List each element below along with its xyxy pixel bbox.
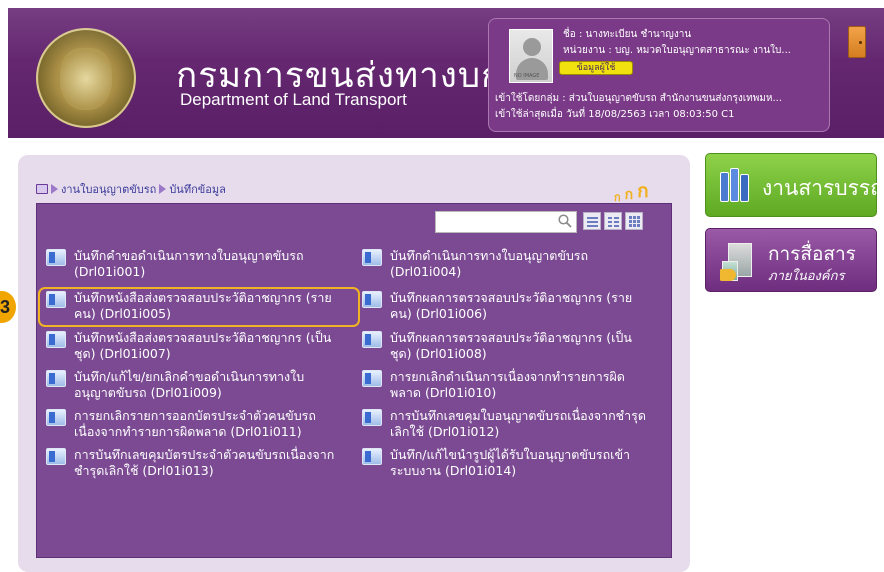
grid-view-icon[interactable] bbox=[625, 212, 643, 230]
detail-view-icon[interactable] bbox=[604, 212, 622, 230]
form-icon bbox=[46, 370, 66, 387]
breadcrumb-separator-icon bbox=[159, 184, 167, 194]
breadcrumb: งานใบอนุญาตขับรถ บันทึกข้อมูล bbox=[36, 181, 226, 197]
menu-item-drl01i014[interactable]: บันทึก/แก้ไขนำรูปผู้ได้รับใบอนุญาตขับรถเ… bbox=[362, 447, 630, 479]
list-view-icon[interactable] bbox=[583, 212, 601, 230]
menu-item-drl01i013[interactable]: การบันทึกเลขคุมบัตรประจำตัวคนขับรถเนื่อง… bbox=[46, 447, 334, 479]
menu-item-drl01i012[interactable]: การบันทึกเลขคุมใบอนุญาตขับรถเนื่องจากชำร… bbox=[362, 408, 646, 440]
form-icon bbox=[46, 448, 66, 465]
user-name: ชื่อ : นางทะเบียน ชำนาญงาน bbox=[563, 29, 692, 40]
form-icon bbox=[46, 331, 66, 348]
breadcrumb-record-data: บันทึกข้อมูล bbox=[169, 183, 226, 196]
last-login: เข้าใช้ล่าสุดเมื่อ วันที่ 18/08/2563 เวล… bbox=[495, 109, 735, 120]
internal-organization-label: ภายในองค์กร bbox=[768, 269, 845, 284]
menu-item-drl01i007[interactable]: บันทึกหนังสือส่งตรวจสอบประวัติอาชญากร (เ… bbox=[46, 330, 331, 362]
menu-item-drl01i011[interactable]: การยกเลิกรายการออกบัตรประจำตัวคนขับรถ เนื… bbox=[46, 408, 316, 440]
search-icon[interactable] bbox=[558, 214, 572, 228]
view-mode-controls bbox=[583, 212, 643, 230]
binders-icon bbox=[720, 166, 756, 202]
department-name-english: Department of Land Transport bbox=[180, 90, 407, 109]
menu-item-drl01i008[interactable]: บันทึกผลการตรวจสอบประวัติอาชญากร (เป็น ชุ… bbox=[362, 330, 632, 362]
form-icon bbox=[362, 331, 382, 348]
user-avatar: NO IMAGE bbox=[509, 29, 553, 83]
form-icon bbox=[46, 409, 66, 426]
font-large-button[interactable]: ก bbox=[637, 176, 649, 206]
breadcrumb-driving-license[interactable]: งานใบอนุญาตขับรถ bbox=[61, 180, 156, 198]
user-unit: หน่วยงาน : บญ. หมวดใบอนุญาตสาธารณะ งานใบ… bbox=[563, 45, 791, 56]
menu-item-drl01i001[interactable]: บันทึกคำขอดำเนินการทางใบอนุญาตขับรถ (Drl0… bbox=[46, 248, 304, 280]
no-image-label: NO IMAGE bbox=[514, 73, 540, 79]
menu-item-drl01i010[interactable]: การยกเลิกดำเนินการเนื่องจากทำรายการผิด พล… bbox=[362, 369, 625, 401]
user-info-panel: NO IMAGE ชื่อ : นางทะเบียน ชำนาญงาน หน่ว… bbox=[488, 18, 830, 132]
form-icon bbox=[362, 291, 382, 308]
search-input[interactable] bbox=[435, 211, 577, 233]
font-size-controls: ก ก ก bbox=[614, 176, 649, 206]
form-icon bbox=[362, 409, 382, 426]
archive-label: งานสารบรรณ bbox=[762, 176, 884, 200]
form-icon bbox=[46, 249, 66, 266]
internal-communication-button[interactable]: การสื่อสาร ภายในองค์กร bbox=[705, 228, 877, 292]
menu-item-drl01i004[interactable]: บันทึกดำเนินการทางใบอนุญาตขับรถ (Drl01i00… bbox=[362, 248, 588, 280]
logout-door-icon[interactable] bbox=[848, 26, 866, 58]
breadcrumb-separator-icon bbox=[51, 184, 58, 194]
highlight-box bbox=[38, 287, 360, 327]
archive-button[interactable]: งานสารบรรณ bbox=[705, 153, 884, 217]
form-icon bbox=[362, 448, 382, 465]
form-icon bbox=[362, 370, 382, 387]
home-icon[interactable] bbox=[36, 184, 48, 194]
form-icon bbox=[362, 249, 382, 266]
dlt-seal-logo bbox=[36, 28, 136, 128]
building-megaphone-icon bbox=[720, 239, 762, 283]
menu-item-drl01i009[interactable]: บันทึก/แก้ไข/ยกเลิกคำขอดำเนินการทางใบ อนุ… bbox=[46, 369, 304, 401]
user-profile-button[interactable]: ข้อมูลผู้ใช้ bbox=[559, 61, 633, 75]
user-group: เข้าใช้โดยกลุ่ม : ส่วนใบอนุญาตขับรถ สำนั… bbox=[495, 93, 783, 104]
menu-item-drl01i006[interactable]: บันทึกผลการตรวจสอบประวัติอาชญากร (ราย คน)… bbox=[362, 290, 632, 322]
